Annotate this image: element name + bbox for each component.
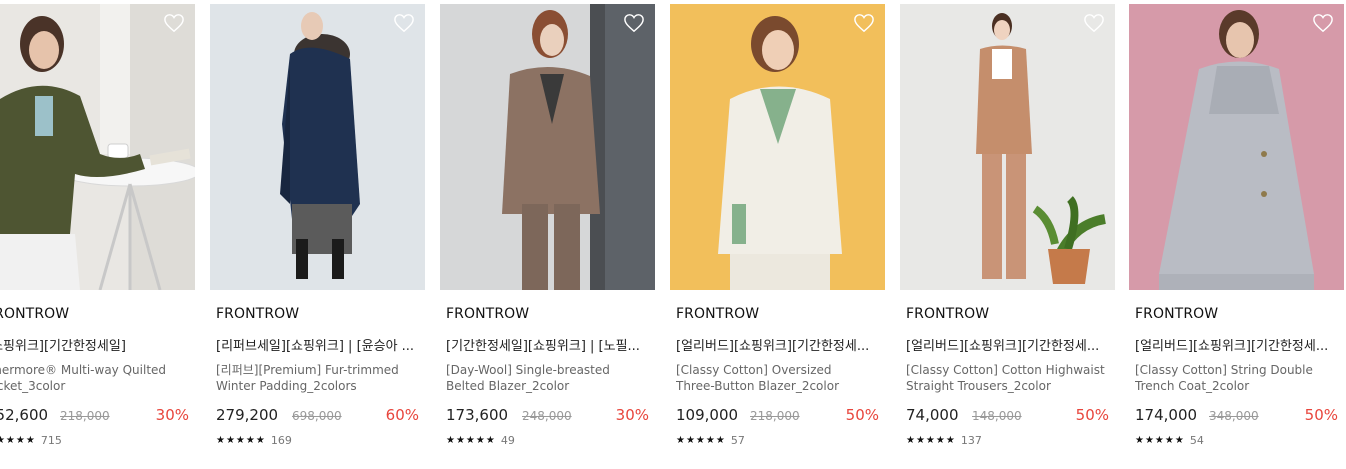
rating: ★★★★★ 137 [906,434,982,447]
heart-outline-icon[interactable] [623,13,645,33]
product-name-line1: [Day-Wool] Single-breasted [446,363,610,377]
product-name-line1: [Classy Cotton] Cotton Highwaist [906,363,1105,377]
product-name[interactable]: [Classy Cotton] Cotton Highwaist Straigh… [906,362,1113,394]
product-name-line2: Trench Coat_2color [1135,379,1250,393]
discount-rate: 60% [385,406,419,424]
brand-name[interactable]: FRONTROW [446,306,529,322]
product-name[interactable]: Ithermore® Multi-way Quilted Jacket_3col… [0,362,193,394]
sale-price: 109,000 [676,406,739,424]
star-rating-icon: ★★★★★ [216,435,266,446]
brand-name[interactable]: FRONTROW [676,306,759,322]
heart-outline-icon[interactable] [393,13,415,33]
heart-outline-icon[interactable] [163,13,185,33]
review-count: 137 [960,434,982,447]
product-card[interactable]: FRONTROW [얼리버드][쇼핑위크][기간한정세... [Classy C… [1129,4,1344,464]
review-count: 715 [40,434,62,447]
star-rating-icon: ★★★★★ [446,435,496,446]
discount-rate: 30% [615,406,649,424]
product-card[interactable]: FRONTROW [리퍼브세일][쇼핑위크] | [윤승아 ... [리퍼브][… [210,4,425,464]
product-name[interactable]: [리퍼브][Premium] Fur-trimmed Winter Paddin… [216,362,423,394]
original-price: 698,000 [292,409,342,423]
product-name-line1: [Classy Cotton] String Double [1135,363,1313,377]
sale-price: 74,000 [906,406,959,424]
review-count: 49 [500,434,515,447]
discount-rate: 30% [155,406,189,424]
promo-tags[interactable]: [얼리버드][쇼핑위크][기간한정세... [906,335,1111,354]
product-name-line1: [Classy Cotton] Oversized [676,363,832,377]
product-card[interactable]: FRONTROW [기간한정세일][쇼핑위크] | [노필... [Day-Wo… [440,4,655,464]
product-card[interactable]: FRONTROW [쇼핑위크][기간한정세일] Ithermore® Multi… [0,4,195,464]
sale-price: 279,200 [216,406,279,424]
product-image[interactable] [1129,4,1344,290]
heart-outline-icon[interactable] [1083,13,1105,33]
promo-tags[interactable]: [얼리버드][쇼핑위크][기간한정세... [676,335,881,354]
rating: ★★★★★ 57 [676,434,745,447]
original-price: 348,000 [1209,409,1259,423]
product-name-line1: [리퍼브][Premium] Fur-trimmed [216,363,399,377]
product-image[interactable] [0,4,195,290]
product-name-line2: Jacket_3color [0,379,66,393]
promo-tags[interactable]: [리퍼브세일][쇼핑위크] | [윤승아 ... [216,335,421,354]
star-rating-icon: ★★★★★ [906,435,956,446]
sale-price: 152,600 [0,406,49,424]
product-name[interactable]: [Classy Cotton] Oversized Three-Button B… [676,362,883,394]
product-image[interactable] [900,4,1115,290]
review-count: 57 [730,434,745,447]
rating: ★★★★★ 169 [216,434,292,447]
sale-price: 174,000 [1135,406,1198,424]
product-name-line2: Belted Blazer_2color [446,379,570,393]
product-image[interactable] [440,4,655,290]
rating: ★★★★★ 54 [1135,434,1204,447]
sale-price: 173,600 [446,406,509,424]
product-name[interactable]: [Day-Wool] Single-breasted Belted Blazer… [446,362,653,394]
product-name-line2: Straight Trousers_2color [906,379,1051,393]
star-rating-icon: ★★★★★ [0,435,36,446]
product-name-line1: Ithermore® Multi-way Quilted [0,363,167,377]
product-card[interactable]: FRONTROW [얼리버드][쇼핑위크][기간한정세... [Classy C… [900,4,1115,464]
product-name-line2: Winter Padding_2colors [216,379,357,393]
original-price: 218,000 [750,409,800,423]
star-rating-icon: ★★★★★ [1135,435,1185,446]
star-rating-icon: ★★★★★ [676,435,726,446]
product-card[interactable]: FRONTROW [얼리버드][쇼핑위크][기간한정세... [Classy C… [670,4,885,464]
promo-tags[interactable]: [기간한정세일][쇼핑위크] | [노필... [446,335,651,354]
heart-outline-icon[interactable] [853,13,875,33]
product-image[interactable] [210,4,425,290]
product-name-line2: Three-Button Blazer_2color [676,379,840,393]
review-count: 169 [270,434,292,447]
heart-outline-icon[interactable] [1312,13,1334,33]
discount-rate: 50% [845,406,879,424]
rating: ★★★★★ 49 [446,434,515,447]
brand-name[interactable]: FRONTROW [1135,306,1218,322]
rating: ★★★★★ 715 [0,434,62,447]
promo-tags[interactable]: [얼리버드][쇼핑위크][기간한정세... [1135,335,1340,354]
original-price: 148,000 [972,409,1022,423]
discount-rate: 50% [1075,406,1109,424]
discount-rate: 50% [1304,406,1338,424]
brand-name[interactable]: FRONTROW [906,306,989,322]
brand-name[interactable]: FRONTROW [0,306,69,322]
brand-name[interactable]: FRONTROW [216,306,299,322]
original-price: 248,000 [522,409,572,423]
original-price: 218,000 [60,409,110,423]
product-name[interactable]: [Classy Cotton] String Double Trench Coa… [1135,362,1342,394]
review-count: 54 [1189,434,1204,447]
product-image[interactable] [670,4,885,290]
promo-tags[interactable]: [쇼핑위크][기간한정세일] [0,335,191,354]
